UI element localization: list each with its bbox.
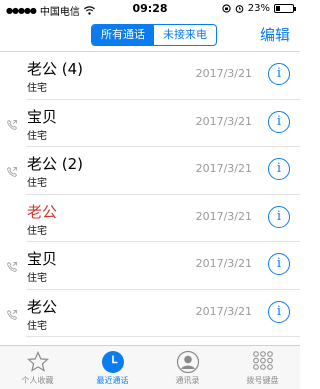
clock-icon: [101, 350, 125, 374]
info-button[interactable]: i: [268, 63, 290, 85]
caller-name: 老公: [27, 202, 58, 221]
number-type: 住宅: [27, 320, 47, 332]
tab-label: 拨号键盘: [246, 376, 279, 385]
contacts-icon: [176, 350, 200, 374]
number-type: 住宅: [27, 178, 47, 189]
call-date: 2017/3/21: [195, 304, 252, 318]
call-row[interactable]: 老公住宅 2017/3/21 i: [26, 195, 300, 242]
outgoing-call-icon: [6, 163, 18, 177]
caller-name: 老公 (2): [27, 155, 84, 173]
call-row[interactable]: 老公 (2) 住宅 2017/3/21 i: [7, 147, 300, 195]
call-filter-segmented-control: 所有通话 未接来电: [91, 24, 217, 46]
keypad-icon: [251, 350, 275, 374]
number-type: 住宅: [27, 225, 47, 237]
outgoing-call-icon: [6, 116, 18, 130]
info-button[interactable]: i: [268, 158, 290, 180]
tab-contacts[interactable]: 通讯录: [150, 346, 225, 389]
number-type: 住宅: [27, 130, 47, 142]
battery-icon: [274, 4, 296, 13]
status-bar: ●●●●● 中国电信 09:28 23%: [0, 0, 300, 18]
alarm-icon: [235, 5, 244, 13]
outgoing-call-icon: [6, 258, 18, 272]
nav-bar: 所有通话 未接来电 编辑: [0, 18, 300, 52]
orientation-lock-icon: [222, 4, 231, 13]
call-date: 2017/3/21: [195, 114, 252, 128]
number-type: 住宅: [27, 83, 47, 94]
tab-recents[interactable]: 最近通话: [75, 346, 150, 389]
tab-label: 通讯录: [175, 376, 200, 385]
status-right: 23%: [222, 3, 296, 14]
call-row[interactable]: 宝贝住宅 2017/3/21 i: [7, 100, 300, 147]
info-button[interactable]: i: [268, 205, 290, 228]
call-date: 2017/3/21: [195, 257, 252, 270]
info-button[interactable]: i: [268, 110, 290, 133]
segment-missed-calls[interactable]: 未接来电: [154, 25, 216, 45]
caller-name: 宝贝: [27, 107, 58, 126]
caller-name: 宝贝: [27, 250, 58, 268]
battery-percent: 23%: [247, 3, 270, 14]
info-button[interactable]: i: [268, 300, 290, 323]
tab-label: 最近通话: [96, 376, 129, 385]
tab-bar: 个人收藏 最近通话 通讯录 拨号键盘: [0, 345, 300, 389]
number-type: 住宅: [27, 273, 47, 284]
call-row[interactable]: 老公 (4) 住宅 2017/3/21 i: [26, 52, 300, 100]
recent-calls-list: 老公 (4) 住宅 2017/3/21 i 宝贝 住宅 2017/3/21 i 老公 (2) 住宅…: [0, 52, 300, 337]
info-button[interactable]: i: [268, 253, 290, 275]
tab-favorites[interactable]: 个人收藏: [0, 346, 75, 389]
edit-button[interactable]: 编辑: [260, 24, 290, 45]
caller-name: 老公: [27, 297, 58, 316]
call-date: 2017/3/21: [195, 209, 252, 223]
tab-keypad[interactable]: 拨号键盘: [225, 346, 300, 389]
segment-all-calls[interactable]: 所有通话: [92, 25, 154, 45]
star-icon: [26, 350, 50, 374]
caller-name: 老公 (4): [27, 60, 84, 78]
call-date: 2017/3/21: [195, 162, 252, 175]
call-date: 2017/3/21: [195, 67, 252, 80]
call-row[interactable]: 老公住宅 2017/3/21 i: [7, 290, 300, 337]
tab-label: 个人收藏: [21, 376, 54, 385]
call-row[interactable]: 宝贝住宅 2017/3/21 i: [7, 242, 300, 290]
outgoing-call-icon: [6, 306, 18, 320]
